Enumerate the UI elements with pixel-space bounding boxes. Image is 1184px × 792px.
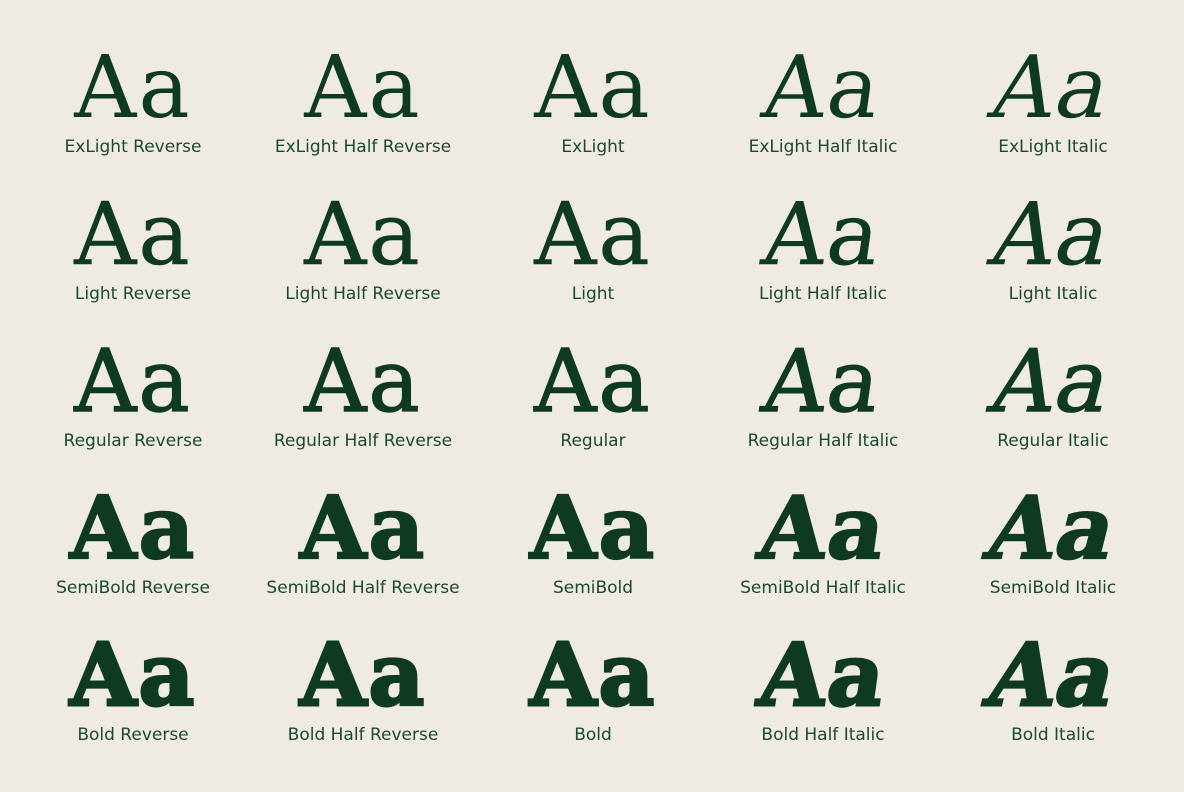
- glyph-sample: Aa: [74, 332, 192, 432]
- specimen-semibold: Aa SemiBold: [478, 478, 708, 628]
- style-label: Regular Half Italic: [747, 431, 899, 451]
- style-label: Regular Italic: [997, 431, 1109, 451]
- style-label: ExLight Italic: [998, 137, 1108, 157]
- specimen-regular-half-italic: Aa Regular Half Italic: [708, 331, 938, 481]
- style-label: SemiBold: [552, 578, 634, 598]
- glyph-sample: Aa: [298, 625, 427, 726]
- style-label: Light: [571, 284, 615, 304]
- glyph-sample: Aa: [981, 185, 1125, 286]
- weight-style-grid: Aa ExLight Reverse Aa ExLight Half Rever…: [18, 38, 1168, 775]
- glyph-sample: Aa: [74, 185, 192, 285]
- style-label: SemiBold Half Italic: [740, 578, 906, 598]
- glyph-sample: Aa: [981, 331, 1125, 432]
- glyph-sample: Aa: [751, 624, 895, 728]
- specimen-semibold-italic: Aa SemiBold Italic: [938, 477, 1168, 628]
- style-label: ExLight Half Reverse: [274, 137, 452, 157]
- specimen-exlight-reverse: Aa ExLight Reverse: [18, 40, 248, 187]
- specimen-light-half-reverse: Aa Light Half Reverse: [248, 187, 478, 334]
- glyph-sample: Aa: [304, 185, 422, 285]
- specimen-semibold-half-italic: Aa SemiBold Half Italic: [708, 477, 938, 628]
- specimen-regular: Aa Regular: [478, 332, 708, 481]
- style-label: Bold Italic: [1011, 725, 1095, 745]
- style-label: ExLight Reverse: [64, 137, 202, 157]
- style-label: Regular Reverse: [63, 431, 203, 451]
- style-label: Regular: [560, 431, 626, 451]
- glyph-sample: Aa: [529, 478, 657, 579]
- style-label: Bold Half Reverse: [287, 725, 439, 745]
- specimen-regular-half-reverse: Aa Regular Half Reverse: [248, 332, 478, 481]
- style-label: Regular Half Reverse: [273, 431, 453, 451]
- glyph-sample: Aa: [304, 332, 422, 432]
- specimen-regular-reverse: Aa Regular Reverse: [18, 332, 248, 481]
- glyph-sample: Aa: [976, 624, 1131, 728]
- glyph-sample: Aa: [534, 38, 652, 138]
- glyph-sample: Aa: [757, 185, 889, 286]
- specimen-bold: Aa Bold: [478, 625, 708, 775]
- specimen-light: Aa Light: [478, 187, 708, 334]
- glyph-sample: Aa: [299, 478, 427, 579]
- style-label: SemiBold Italic: [989, 578, 1117, 598]
- glyph-sample: Aa: [304, 38, 422, 138]
- specimen-light-half-italic: Aa Light Half Italic: [708, 185, 938, 334]
- style-label: SemiBold Half Reverse: [266, 578, 460, 598]
- type-specimen-sheet: Aa ExLight Reverse Aa ExLight Half Rever…: [0, 0, 1184, 792]
- specimen-bold-italic: Aa Bold Italic: [938, 624, 1168, 775]
- specimen-exlight: Aa ExLight: [478, 40, 708, 187]
- style-label: ExLight Half Italic: [748, 137, 898, 157]
- glyph-sample: Aa: [981, 38, 1125, 138]
- specimen-semibold-half-reverse: Aa SemiBold Half Reverse: [248, 478, 478, 628]
- style-label: Light Half Italic: [758, 284, 888, 304]
- style-label: Bold: [574, 725, 612, 745]
- glyph-sample: Aa: [528, 625, 657, 726]
- style-label: ExLight: [561, 137, 625, 157]
- specimen-regular-italic: Aa Regular Italic: [938, 331, 1168, 481]
- glyph-sample: Aa: [68, 625, 197, 726]
- glyph-sample: Aa: [757, 38, 889, 138]
- glyph-sample: Aa: [74, 38, 192, 138]
- style-label: Bold Reverse: [77, 725, 189, 745]
- glyph-sample: Aa: [534, 185, 652, 285]
- style-label: SemiBold Reverse: [56, 578, 210, 598]
- glyph-sample: Aa: [534, 332, 652, 432]
- specimen-semibold-reverse: Aa SemiBold Reverse: [18, 478, 248, 628]
- specimen-bold-reverse: Aa Bold Reverse: [18, 625, 248, 775]
- specimen-exlight-half-reverse: Aa ExLight Half Reverse: [248, 40, 478, 187]
- specimen-bold-half-reverse: Aa Bold Half Reverse: [248, 625, 478, 775]
- specimen-exlight-half-italic: Aa ExLight Half Italic: [708, 38, 938, 187]
- style-label: Light Italic: [1008, 284, 1098, 304]
- style-label: Bold Half Italic: [761, 725, 885, 745]
- glyph-sample: Aa: [752, 477, 895, 580]
- style-label: Light Reverse: [74, 284, 192, 304]
- glyph-sample: Aa: [976, 477, 1130, 580]
- glyph-sample: Aa: [69, 478, 197, 579]
- specimen-bold-half-italic: Aa Bold Half Italic: [708, 624, 938, 775]
- specimen-light-reverse: Aa Light Reverse: [18, 187, 248, 334]
- specimen-exlight-italic: Aa ExLight Italic: [938, 38, 1168, 187]
- glyph-sample: Aa: [757, 331, 890, 432]
- style-label: Light Half Reverse: [285, 284, 441, 304]
- specimen-light-italic: Aa Light Italic: [938, 185, 1168, 334]
